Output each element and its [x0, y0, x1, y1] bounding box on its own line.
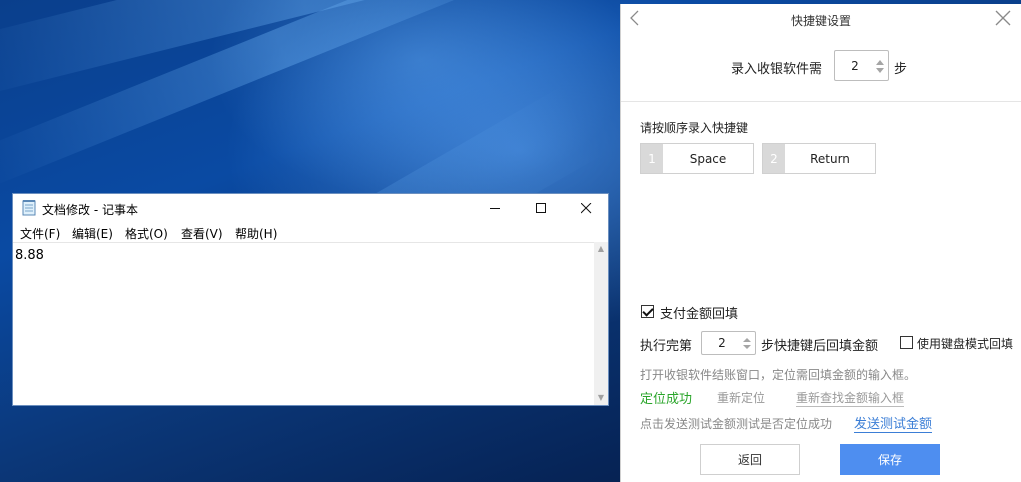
steps-count-label: 录入收银软件需 [731, 62, 823, 77]
steps-count-stepper[interactable]: 2 [834, 50, 889, 81]
vertical-scrollbar[interactable]: ▲ ▼ [594, 242, 608, 405]
notepad-window: 文档修改 - 记事本 文件(F) 编辑(E) 格式(O) 查看(V) 帮助(H)… [12, 193, 609, 406]
fill-amount-checkbox[interactable] [641, 305, 654, 318]
panel-title: 快捷键设置 [790, 14, 851, 28]
menu-view[interactable]: 查看(V) [181, 225, 223, 242]
shortcut-settings-panel: 快捷键设置 录入收银软件需 2 步 请按顺序录入快捷键 1 Space 2 Re… [620, 4, 1021, 482]
fill-amount-label: 支付金额回填 [660, 307, 739, 322]
key-name: Space [689, 151, 727, 166]
stepper-down-icon[interactable] [876, 68, 884, 73]
shortcut-key-2[interactable]: 2 Return [762, 143, 876, 174]
keyboard-mode-label: 使用键盘模式回填 [917, 337, 1014, 351]
back-button[interactable]: 返回 [700, 444, 800, 475]
maximize-button[interactable] [518, 194, 564, 222]
scroll-up-icon[interactable]: ▲ [594, 242, 608, 256]
menu-edit[interactable]: 编辑(E) [72, 225, 113, 242]
menu-format[interactable]: 格式(O) [125, 225, 168, 242]
steps-unit-label: 步 [894, 62, 908, 77]
notepad-content: 8.88 [15, 248, 44, 263]
after-step-suffix: 步快捷键后回填金额 [761, 339, 879, 354]
refind-input-link[interactable]: 重新查找金额输入框 [796, 389, 905, 407]
hint-text: 打开收银软件结账窗口，定位需回填金额的输入框。 [640, 368, 917, 382]
notepad-icon [22, 200, 36, 216]
notepad-title: 文档修改 - 记事本 [42, 203, 138, 217]
steps-count-value: 2 [851, 58, 859, 73]
after-step-stepper[interactable]: 2 [701, 331, 756, 355]
section-divider [621, 101, 1021, 102]
notepad-menubar: 文件(F) 编辑(E) 格式(O) 查看(V) 帮助(H) [13, 222, 608, 242]
save-button[interactable]: 保存 [840, 444, 940, 475]
send-test-amount-link[interactable]: 发送测试金额 [854, 413, 933, 433]
stepper-up-icon[interactable] [876, 60, 884, 65]
key-index-badge: 2 [763, 144, 785, 173]
shortcut-key-1[interactable]: 1 Space [640, 143, 754, 174]
maximize-icon [535, 202, 546, 213]
menu-help[interactable]: 帮助(H) [235, 225, 277, 242]
after-step-prefix: 执行完第 [640, 339, 693, 354]
locate-success-status: 定位成功 [640, 392, 693, 407]
minimize-button[interactable] [472, 194, 518, 222]
minimize-icon [489, 207, 500, 209]
after-step-value: 2 [718, 336, 726, 350]
relocate-link[interactable]: 重新定位 [717, 389, 765, 406]
sequence-label: 请按顺序录入快捷键 [640, 121, 749, 135]
stepper-down-icon[interactable] [743, 345, 751, 349]
notepad-titlebar[interactable]: 文档修改 - 记事本 [13, 194, 608, 222]
stepper-up-icon[interactable] [743, 338, 751, 342]
menu-file[interactable]: 文件(F) [20, 225, 60, 242]
scroll-down-icon[interactable]: ▼ [594, 391, 608, 405]
keyboard-mode-checkbox[interactable] [900, 336, 913, 349]
close-icon [580, 202, 591, 213]
key-index-badge: 1 [641, 144, 663, 173]
test-hint-text: 点击发送测试金额测试是否定位成功 [640, 417, 833, 431]
key-name: Return [810, 151, 850, 166]
close-button[interactable] [563, 194, 609, 222]
close-icon[interactable] [995, 10, 1011, 26]
notepad-text-area[interactable]: 8.88 [13, 242, 596, 405]
